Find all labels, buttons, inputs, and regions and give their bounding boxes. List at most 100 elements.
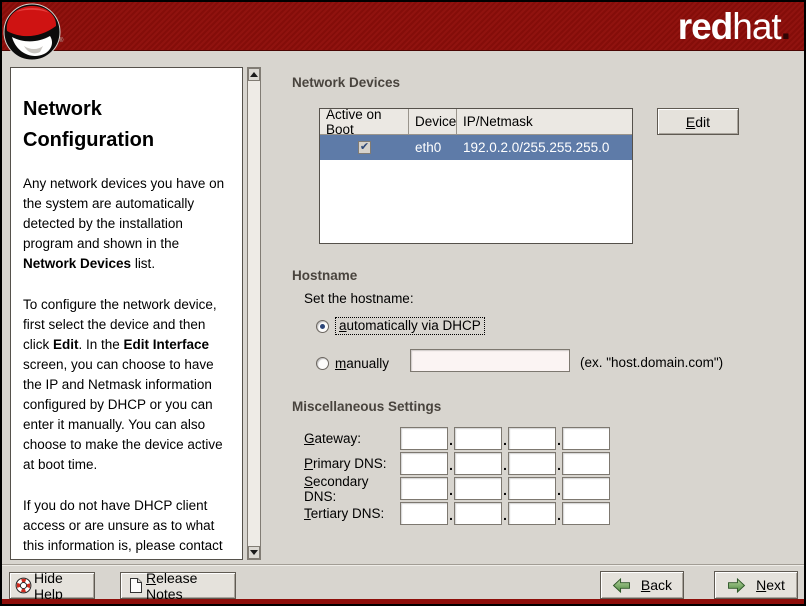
secondary-dns-octet-1[interactable] — [400, 477, 448, 500]
gateway-octet-3[interactable] — [508, 427, 556, 450]
manual-radio[interactable] — [316, 357, 329, 370]
table-header-row: Active on Boot Device IP/Netmask — [320, 109, 632, 135]
manual-label[interactable]: manually — [335, 356, 389, 371]
tertiary-dns-octet-3[interactable] — [508, 502, 556, 525]
scroll-down-icon — [250, 550, 258, 555]
help-p1-tail: list. — [131, 256, 155, 271]
tertiary-dns-octet-4[interactable] — [562, 502, 610, 525]
back-arrow-icon — [612, 578, 631, 593]
set-hostname-label: Set the hostname: — [304, 291, 414, 306]
gateway-label: Gateway: — [304, 431, 400, 446]
primary-dns-octet-1[interactable] — [400, 452, 448, 475]
secondary-dns-octet-3[interactable] — [508, 477, 556, 500]
installer-window: redhat. ® Network Configuration Any netw… — [0, 0, 806, 606]
release-notes-button[interactable]: Release Notes — [120, 572, 236, 599]
secondary-dns-octet-4[interactable] — [562, 477, 610, 500]
help-p2-bold-edit-interface: Edit Interface — [124, 337, 210, 352]
primary-dns-label-rest: rimary DNS: — [313, 456, 387, 471]
wordmark-period: . — [781, 6, 790, 47]
redhat-shadowman-logo-icon — [2, 2, 64, 62]
network-devices-heading: Network Devices — [292, 75, 400, 90]
auto-dhcp-radio[interactable] — [316, 320, 329, 333]
wordmark-light: hat — [732, 6, 780, 47]
ip-netmask-cell: 192.0.2.0/255.255.255.0 — [457, 135, 632, 160]
redhat-wordmark: redhat. — [678, 5, 790, 49]
active-on-boot-checkbox[interactable]: ✔ — [358, 141, 371, 154]
tertiary-dns-row: Tertiary DNS: ... — [304, 501, 610, 526]
primary-dns-octet-3[interactable] — [508, 452, 556, 475]
gateway-octet-2[interactable] — [454, 427, 502, 450]
auto-mnemonic: a — [339, 318, 347, 333]
back-button[interactable]: Back — [600, 571, 684, 599]
scroll-up-icon — [250, 72, 258, 77]
tertiary-dns-label-rest: ertiary DNS: — [311, 506, 385, 521]
auto-dhcp-label[interactable]: automatically via DHCP — [335, 317, 485, 335]
next-label: Next — [756, 577, 785, 593]
hide-help-button[interactable]: Hide Help — [9, 572, 95, 599]
banner: redhat. — [2, 2, 804, 51]
hostname-manual-radio-row[interactable]: manually — [316, 353, 389, 373]
life-preserver-icon — [15, 577, 32, 594]
help-p1-bold: Network Devices — [23, 256, 131, 271]
gateway-label-rest: ateway: — [315, 431, 362, 446]
edit-label: dit — [695, 114, 710, 130]
edit-button[interactable]: Edit — [657, 108, 739, 135]
wordmark-bold: red — [678, 6, 733, 47]
help-paragraph-3: If you do not have DHCP client access or… — [23, 496, 232, 560]
help-paragraph-1: Any network devices you have on the syst… — [23, 174, 232, 274]
help-title: Network Configuration — [23, 94, 232, 156]
hostname-auto-radio-row[interactable]: automatically via DHCP — [316, 316, 485, 336]
help-scrollbar[interactable] — [247, 67, 261, 560]
scroll-up-button[interactable] — [248, 68, 260, 81]
bottom-red-strip — [2, 599, 804, 604]
gateway-row: Gateway: ... — [304, 426, 610, 451]
active-on-boot-cell: ✔ — [320, 135, 409, 160]
table-row-eth0[interactable]: ✔ eth0 192.0.2.0/255.255.255.0 — [320, 135, 632, 160]
back-label: Back — [641, 577, 672, 593]
help-p2-mid: . In the — [79, 337, 124, 352]
release-notes-mnemonic: R — [146, 570, 156, 586]
gateway-mnemonic: G — [304, 431, 315, 446]
network-devices-table: Active on Boot Device IP/Netmask ✔ eth0 … — [319, 108, 633, 244]
help-paragraph-2: To configure the network device, first s… — [23, 295, 232, 475]
next-rest: ext — [766, 577, 785, 593]
gateway-octet-1[interactable] — [400, 427, 448, 450]
document-icon — [127, 577, 144, 594]
tertiary-dns-octet-1[interactable] — [400, 502, 448, 525]
hostname-example: (ex. "host.domain.com") — [580, 355, 723, 370]
help-p1-text: Any network devices you have on the syst… — [23, 176, 224, 251]
release-notes-label: Release Notes — [146, 570, 235, 602]
hide-help-pre: Hide — [34, 570, 63, 586]
tertiary-dns-octet-2[interactable] — [454, 502, 502, 525]
primary-dns-row: Primary DNS: ... — [304, 451, 610, 476]
hostname-input[interactable] — [410, 349, 570, 372]
hide-help-label: Hide Help — [34, 570, 94, 602]
misc-settings-rows: Gateway: ... Primary DNS: ... Secondary … — [304, 426, 610, 526]
help-p2-bold-edit: Edit — [53, 337, 79, 352]
help-panel: Network Configuration Any network device… — [10, 67, 243, 560]
edit-mnemonic: E — [686, 114, 695, 130]
back-mnemonic: B — [641, 577, 650, 593]
auto-label-rest: utomatically via DHCP — [347, 318, 481, 333]
next-arrow-icon — [727, 578, 746, 593]
manual-label-rest: anually — [346, 356, 389, 371]
secondary-dns-row: Secondary DNS: ... — [304, 476, 610, 501]
secondary-dns-mnemonic: S — [304, 474, 313, 489]
device-cell: eth0 — [409, 135, 457, 160]
primary-dns-label: Primary DNS: — [304, 456, 400, 471]
primary-dns-octet-2[interactable] — [454, 452, 502, 475]
header-device: Device — [409, 109, 457, 134]
header-active-on-boot: Active on Boot — [320, 109, 409, 134]
primary-dns-mnemonic: P — [304, 456, 313, 471]
tertiary-dns-label: Tertiary DNS: — [304, 506, 400, 521]
secondary-dns-octet-2[interactable] — [454, 477, 502, 500]
misc-settings-heading: Miscellaneous Settings — [292, 399, 441, 414]
header-ip-netmask: IP/Netmask — [457, 109, 632, 134]
tertiary-dns-mnemonic: T — [304, 506, 311, 521]
next-button[interactable]: Next — [714, 571, 798, 599]
gateway-octet-4[interactable] — [562, 427, 610, 450]
hostname-heading: Hostname — [292, 268, 357, 283]
primary-dns-octet-4[interactable] — [562, 452, 610, 475]
scroll-down-button[interactable] — [248, 546, 260, 559]
secondary-dns-label: Secondary DNS: — [304, 474, 400, 504]
